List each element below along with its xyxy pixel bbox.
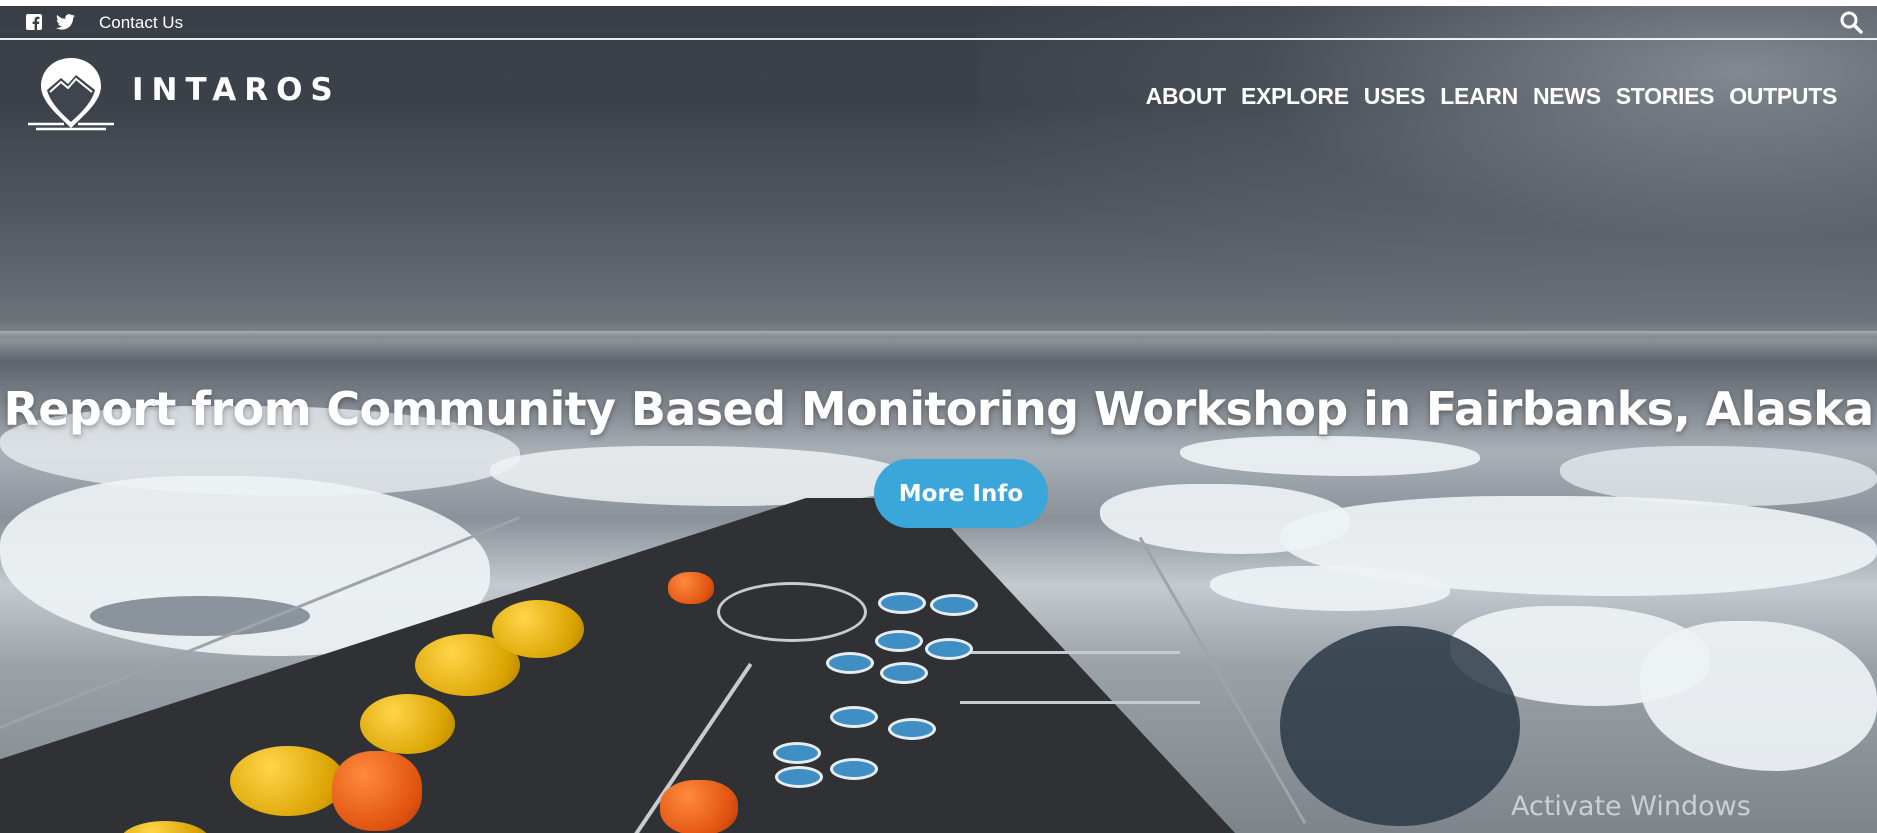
brand-name[interactable]: INTAROS	[132, 72, 341, 108]
twitter-icon[interactable]	[56, 14, 75, 30]
nav-item-outputs[interactable]: OUTPUTS	[1729, 83, 1837, 110]
activate-windows-watermark: Activate Windows	[1511, 791, 1751, 822]
nav-item-learn[interactable]: LEARN	[1440, 83, 1518, 110]
facebook-icon[interactable]	[26, 14, 42, 30]
main-navigation: ABOUT EXPLORE USES LEARN NEWS STORIES OU…	[1146, 83, 1838, 110]
top-utility-bar: Contact Us	[0, 6, 1877, 40]
hero-headline: Report from Community Based Monitoring W…	[3, 382, 1874, 436]
nav-item-news[interactable]: NEWS	[1533, 83, 1601, 110]
more-info-button[interactable]: More Info	[874, 459, 1048, 528]
nav-item-stories[interactable]: STORIES	[1616, 83, 1715, 110]
nav-item-uses[interactable]: USES	[1364, 83, 1426, 110]
search-icon[interactable]	[1839, 10, 1863, 34]
nav-item-about[interactable]: ABOUT	[1146, 83, 1227, 110]
location-pin-mountain-logo	[28, 58, 114, 131]
social-links	[26, 14, 75, 30]
nav-item-explore[interactable]: EXPLORE	[1241, 83, 1349, 110]
brand-logo[interactable]	[26, 56, 116, 131]
contact-us-link[interactable]: Contact Us	[99, 13, 183, 33]
